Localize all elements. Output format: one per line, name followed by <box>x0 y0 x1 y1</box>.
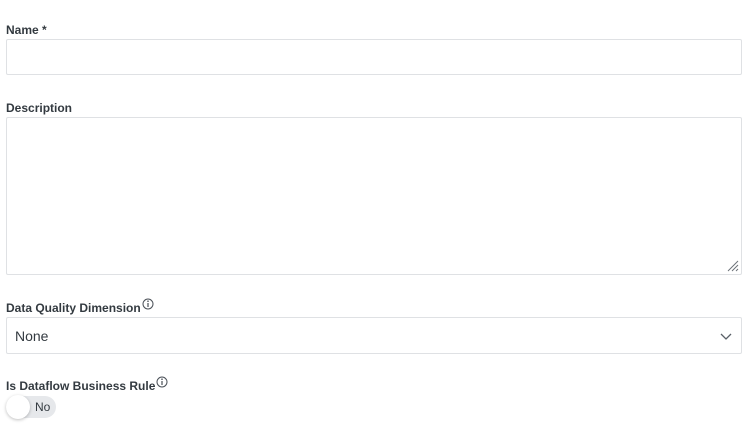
dataflow-rule-toggle[interactable]: No <box>6 395 56 419</box>
name-label: Name * <box>6 23 47 37</box>
toggle-knob[interactable] <box>6 395 30 419</box>
dq-dimension-select[interactable]: None <box>6 317 742 354</box>
rule-form: Name * Description Data Quality Dimensio… <box>0 0 750 434</box>
dq-dimension-label: Data Quality Dimension <box>6 298 154 315</box>
toggle-state-text: No <box>35 400 51 414</box>
description-label-text: Description <box>6 101 73 115</box>
chevron-down-icon[interactable] <box>719 329 733 343</box>
resize-handle-icon[interactable] <box>727 260 739 272</box>
dq-dimension-label-text: Data Quality Dimension <box>6 301 141 315</box>
description-label: Description <box>6 101 72 115</box>
dataflow-rule-label-text: Is Dataflow Business Rule <box>6 379 156 393</box>
name-input[interactable] <box>6 39 742 75</box>
name-label-text: Name * <box>6 23 47 37</box>
info-circle-icon[interactable] <box>142 298 154 310</box>
dataflow-rule-label: Is Dataflow Business Rule <box>6 376 168 393</box>
description-textarea[interactable] <box>6 117 742 275</box>
dq-dimension-selected-value: None <box>15 327 49 344</box>
info-circle-icon[interactable] <box>156 376 168 388</box>
